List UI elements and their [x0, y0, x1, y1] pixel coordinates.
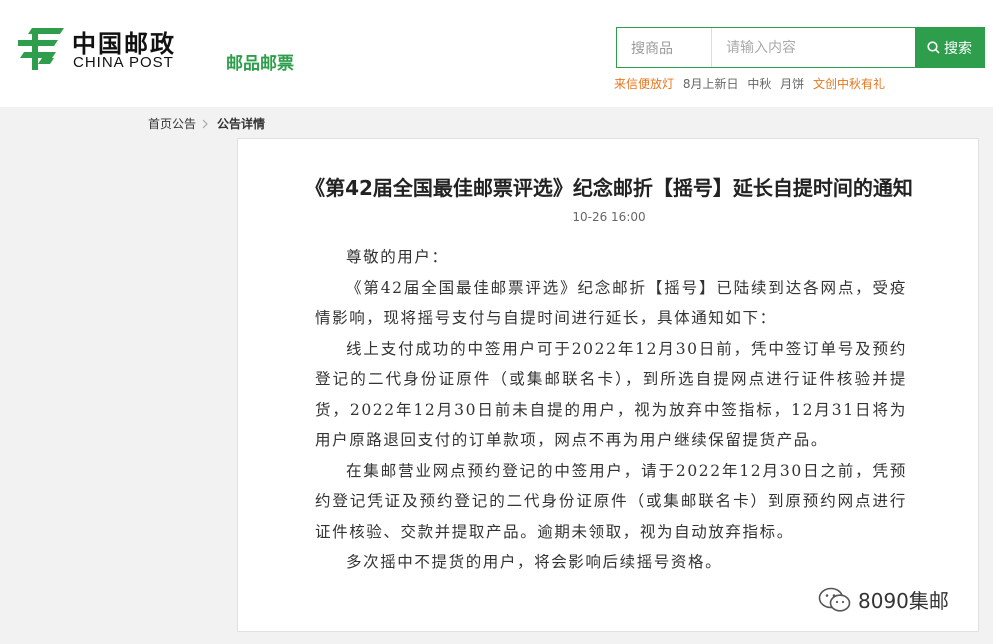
article-paragraph: 尊敬的用户： — [346, 248, 449, 266]
watermark-text: 8090集邮 — [858, 589, 949, 613]
search-input[interactable] — [712, 28, 915, 67]
article-paragraph: 《第42届全国最佳邮票评选》纪念邮折【摇号】已陆续到达各网点，受疫情影响，现将摇… — [315, 278, 907, 328]
article-paragraph: 在集邮营业网点预约登记的中签用户，请于2022年12月30日之前，凭预约登记凭证… — [315, 461, 907, 541]
article-card: 《第42届全国最佳邮票评选》纪念邮折【摇号】延长自提时间的通知 10-26 16… — [237, 138, 979, 632]
search-button[interactable]: 搜索 — [915, 28, 984, 67]
article-title: 《第42届全国最佳邮票评选》纪念邮折【摇号】延长自提时间的通知 — [305, 176, 913, 200]
breadcrumb: 首页公告 公告详情 — [148, 115, 265, 132]
chevron-right-icon — [202, 119, 208, 128]
wechat-watermark: 8090集邮 — [818, 585, 949, 614]
logo-english-text: CHINA POST — [73, 54, 174, 71]
hotword-link[interactable]: 8月上新日 — [683, 77, 739, 91]
article-paragraph: 线上支付成功的中签用户可于2022年12月30日前，凭中签订单号及预约登记的二代… — [315, 339, 907, 450]
channel-link-stamps[interactable]: 邮品邮票 — [226, 49, 294, 74]
search-button-label: 搜索 — [944, 40, 972, 57]
search-icon — [927, 41, 940, 54]
china-post-logo-icon — [18, 28, 64, 70]
hotword-link[interactable]: 中秋 — [747, 77, 771, 91]
search-bar: 搜商品 搜索 — [616, 27, 985, 68]
hotword-link[interactable]: 月饼 — [780, 77, 804, 91]
article-paragraph: 多次摇中不提货的用户，将会影响后续摇号资格。 — [346, 553, 723, 571]
breadcrumb-home[interactable]: 首页公告 — [148, 115, 196, 132]
site-header: 中国邮政 CHINA POST 邮品邮票 搜商品 搜索 来信便放灯 8月上新日 … — [0, 0, 993, 107]
hotword-link[interactable]: 来信便放灯 — [614, 77, 674, 91]
search-scope-select[interactable]: 搜商品 — [617, 28, 712, 67]
hotword-link[interactable]: 文创中秋有礼 — [813, 77, 885, 91]
wechat-icon — [818, 587, 851, 612]
hot-search-words: 来信便放灯 8月上新日 中秋 月饼 文创中秋有礼 — [614, 75, 890, 92]
china-post-logo[interactable]: 中国邮政 CHINA POST — [18, 26, 198, 74]
article-date: 10-26 16:00 — [572, 210, 646, 224]
breadcrumb-current: 公告详情 — [217, 117, 266, 131]
article-body: 尊敬的用户： 《第42届全国最佳邮票评选》纪念邮折【摇号】已陆续到达各网点，受疫… — [315, 242, 907, 578]
